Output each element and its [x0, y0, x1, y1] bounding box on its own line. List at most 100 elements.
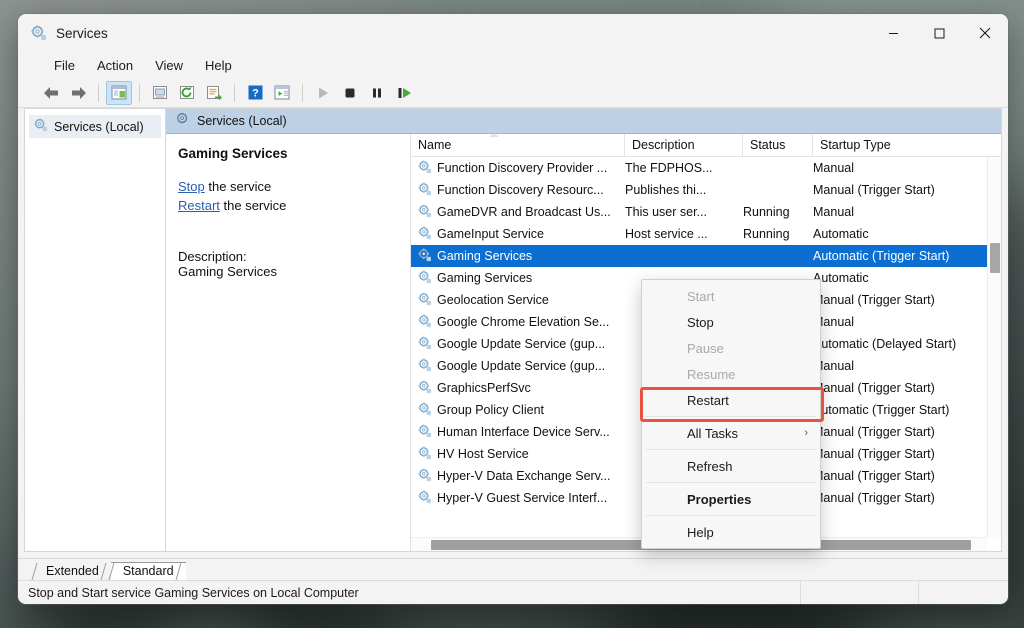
cell-service-name: GameDVR and Broadcast Us... — [411, 204, 625, 221]
context-menu-item-label: Restart — [687, 393, 729, 408]
table-row[interactable]: Function Discovery Provider ...The FDPHO… — [411, 157, 1001, 179]
cell-service-name: Hyper-V Guest Service Interf... — [411, 490, 625, 507]
show-hide-action-pane-icon[interactable] — [269, 81, 295, 105]
service-name-label: GameDVR and Broadcast Us... — [437, 205, 611, 219]
stop-service-suffix: the service — [205, 179, 271, 194]
cell-service-name: Hyper-V Data Exchange Serv... — [411, 468, 625, 485]
status-bar-text: Stop and Start service Gaming Services o… — [18, 586, 800, 600]
cell-description: This user ser... — [625, 205, 743, 219]
menu-action[interactable]: Action — [87, 55, 143, 76]
service-gear-icon — [418, 182, 432, 199]
services-list-header: Name Description Status Startup Type — [411, 134, 1001, 157]
cell-status: Running — [743, 205, 813, 219]
service-gear-icon — [418, 204, 432, 221]
refresh-icon[interactable] — [174, 81, 200, 105]
restart-service-icon[interactable] — [391, 81, 417, 105]
stop-service-icon[interactable] — [337, 81, 363, 105]
context-menu-item-label: Refresh — [687, 459, 733, 474]
cell-service-name: Google Chrome Elevation Se... — [411, 314, 625, 331]
svg-text:?: ? — [252, 88, 259, 100]
context-menu-item-help[interactable]: Help — [642, 519, 820, 545]
forward-arrow-icon[interactable] — [65, 81, 91, 105]
show-hide-console-tree-icon[interactable] — [106, 81, 132, 105]
service-name-label: Hyper-V Guest Service Interf... — [437, 491, 607, 505]
services-window: Services File Action View Help — [18, 14, 1008, 604]
service-gear-icon — [418, 358, 432, 375]
context-menu-item-refresh[interactable]: Refresh — [642, 453, 820, 479]
tab-extended[interactable]: Extended — [34, 563, 111, 580]
help-icon[interactable]: ? — [242, 81, 268, 105]
restart-service-suffix: the service — [220, 198, 286, 213]
tab-standard[interactable]: Standard — [111, 562, 186, 580]
cell-startup-type: Automatic (Delayed Start) — [813, 337, 1001, 351]
cell-startup-type: Automatic (Trigger Start) — [813, 403, 1001, 417]
export-list-icon[interactable] — [201, 81, 227, 105]
context-menu-item-stop[interactable]: Stop — [642, 309, 820, 335]
tree-node-services-local[interactable]: Services (Local) — [29, 115, 161, 138]
vertical-scrollbar-thumb[interactable] — [990, 243, 1000, 273]
context-menu-item-all-tasks[interactable]: All Tasks› — [642, 420, 820, 446]
service-name-label: Google Update Service (gup... — [437, 359, 605, 373]
service-name-label: Function Discovery Provider ... — [437, 161, 607, 175]
cell-service-name: Group Policy Client — [411, 402, 625, 419]
table-row[interactable]: GameInput ServiceHost service ...Running… — [411, 223, 1001, 245]
results-pane-title: Services (Local) — [197, 114, 287, 128]
cell-startup-type: Manual — [813, 359, 1001, 373]
status-bar-segment — [918, 581, 1008, 604]
toolbar-separator — [98, 84, 99, 102]
service-gear-icon — [418, 226, 432, 243]
context-menu-item-properties[interactable]: Properties — [642, 486, 820, 512]
context-menu-item-start: Start — [642, 283, 820, 309]
stop-service-link[interactable]: Stop — [178, 179, 205, 194]
cell-startup-type: Manual — [813, 161, 1001, 175]
minimize-button[interactable] — [870, 14, 916, 52]
menu-file[interactable]: File — [44, 55, 85, 76]
column-header-status[interactable]: Status — [743, 134, 813, 156]
column-header-name-label: Name — [418, 138, 451, 152]
table-row[interactable]: GameDVR and Broadcast Us... This user ser… — [411, 201, 1001, 223]
table-row[interactable]: Function Discovery Resourc...Publishes t… — [411, 179, 1001, 201]
service-gear-icon — [418, 292, 432, 309]
service-name-label: GraphicsPerfSvc — [437, 381, 531, 395]
toolbar-separator — [234, 84, 235, 102]
cell-description: Host service ... — [625, 227, 743, 241]
cell-startup-type: Automatic — [813, 227, 1001, 241]
maximize-button[interactable] — [916, 14, 962, 52]
context-menu-separator — [646, 515, 816, 516]
service-name-label: Function Discovery Resourc... — [437, 183, 604, 197]
service-gear-icon — [418, 490, 432, 507]
menu-help[interactable]: Help — [195, 55, 242, 76]
service-name-label: Group Policy Client — [437, 403, 544, 417]
service-name-label: Hyper-V Data Exchange Serv... — [437, 469, 610, 483]
view-tabs: Extended Standard — [18, 558, 1008, 580]
properties-icon[interactable] — [147, 81, 173, 105]
description-label: Description: — [178, 249, 398, 264]
context-menu-item-label: Pause — [687, 341, 724, 356]
service-gear-icon — [418, 402, 432, 419]
start-service-icon[interactable] — [310, 81, 336, 105]
column-header-name[interactable]: Name — [411, 134, 625, 156]
service-name-label: Google Chrome Elevation Se... — [437, 315, 609, 329]
service-name-label: HV Host Service — [437, 447, 529, 461]
column-header-startup-type[interactable]: Startup Type — [813, 134, 1001, 156]
service-gear-icon — [418, 380, 432, 397]
menu-view[interactable]: View — [145, 55, 193, 76]
table-row[interactable]: Gaming ServicesAutomatic (Trigger Start) — [411, 245, 1001, 267]
back-arrow-icon[interactable] — [38, 81, 64, 105]
close-button[interactable] — [962, 14, 1008, 52]
column-header-description[interactable]: Description — [625, 134, 743, 156]
cell-service-name: Human Interface Device Serv... — [411, 424, 625, 441]
service-gear-icon — [418, 424, 432, 441]
cell-service-name: Function Discovery Resourc... — [411, 182, 625, 199]
stop-service-row: Stop the service — [178, 177, 398, 196]
restart-service-link[interactable]: Restart — [178, 198, 220, 213]
window-body: Services (Local) Services (Local) Gaming… — [18, 108, 1008, 558]
context-menu-item-restart[interactable]: Restart — [642, 387, 820, 413]
cell-service-name: GraphicsPerfSvc — [411, 380, 625, 397]
service-name-label: Gaming Services — [437, 271, 532, 285]
tree-node-label: Services (Local) — [54, 120, 144, 134]
cell-service-name: Google Update Service (gup... — [411, 336, 625, 353]
context-menu-separator — [646, 449, 816, 450]
pause-service-icon[interactable] — [364, 81, 390, 105]
vertical-scrollbar[interactable] — [987, 157, 1001, 537]
